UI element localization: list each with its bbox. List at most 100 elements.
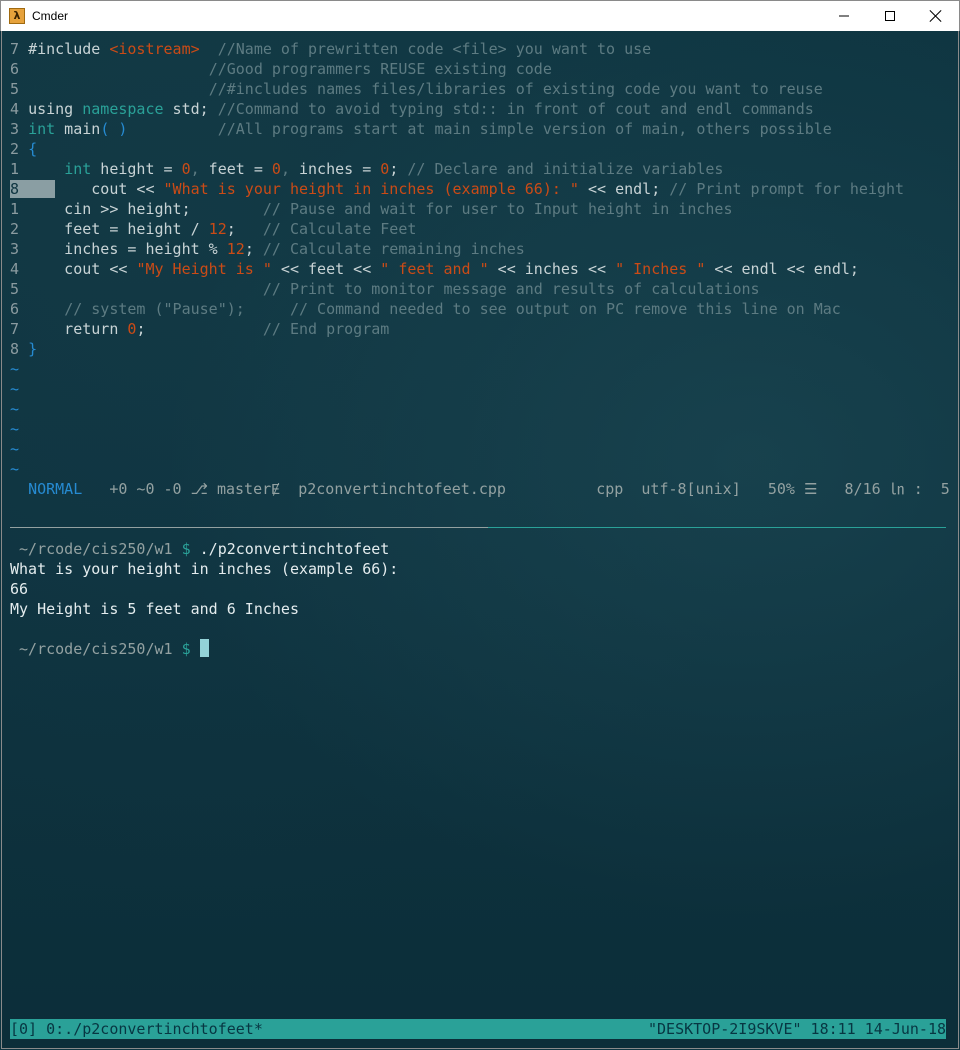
code-token: , [190, 160, 200, 178]
code-token: return [28, 320, 128, 338]
code-token: //Name of prewritten code <file> you wan… [199, 40, 652, 58]
code-token: , [280, 160, 290, 178]
code-token: ; [226, 220, 263, 238]
code-token: << feet << [271, 260, 381, 278]
git-branch-icon: ⎇ [190, 480, 208, 498]
code-line: 8 } [10, 339, 37, 359]
code-token: 12 [226, 240, 245, 258]
code-line: 2 { [10, 139, 37, 159]
code-token: // system ("Pause"); // Command needed t… [64, 300, 841, 318]
code-token: // Calculate Feet [262, 220, 417, 238]
code-token: namespace [82, 100, 164, 118]
code-token: inches = [289, 160, 381, 178]
title-bar[interactable]: λ Cmder [0, 0, 960, 31]
line-number: 7 [10, 320, 20, 338]
code-token: //#includes names files/libraries of exi… [208, 80, 823, 98]
tmux-host-clock: "DESKTOP-2I9SKVE" 18:11 14-Jun-18 [647, 1020, 946, 1038]
line-number: 1 [10, 160, 20, 178]
code-line: 1 cin >> height; // Pause and wait for u… [10, 199, 732, 219]
code-token: // Print prompt for height [669, 180, 905, 198]
terminal-command-line: ~/rcode/cis250/w1 $ ./p2convertinchtofee… [10, 539, 389, 559]
line-number: 1 [10, 200, 20, 218]
empty-buffer-line: ~ [10, 360, 20, 378]
terminal-command: ./p2convertinchtofeet [199, 540, 390, 558]
cursor-position: 8/16 ㏑ : 5 [844, 480, 950, 498]
terminal-prompt[interactable]: ~/rcode/cis250/w1 $ [10, 639, 209, 659]
code-token: ; [244, 240, 263, 258]
git-diff-stat: +0 ~0 -0 [109, 480, 182, 498]
tmux-window-list[interactable]: [0] 0:./p2convertinchtofeet* [10, 1019, 263, 1039]
code-token: feet = [199, 160, 272, 178]
window-title: Cmder [32, 9, 69, 23]
code-token: height = [91, 160, 182, 178]
file-encoding: utf-8[unix] [641, 480, 741, 498]
code-line: 2 feet = height / 12; // Calculate Feet [10, 219, 416, 239]
lambda-icon: λ [9, 8, 25, 24]
line-number: 2 [10, 220, 20, 238]
file-name: p2convertinchtofeet.cpp [298, 480, 506, 498]
code-token: cout << [28, 260, 137, 278]
code-token: using [28, 100, 83, 118]
code-token: // Calculate remaining inches [262, 240, 525, 258]
code-line: 7 #include <iostream> //Name of prewritt… [10, 39, 651, 59]
code-token: main [55, 120, 101, 138]
code-line: 3 int main( ) //All programs start at ma… [10, 119, 832, 139]
code-token: //All programs start at main simple vers… [217, 120, 832, 138]
empty-buffer-line: ~ [10, 400, 20, 418]
line-number: 7 [10, 40, 20, 58]
mode-indicator: NORMAL [28, 480, 83, 498]
file-type: cpp [596, 480, 624, 498]
code-token: std; [163, 100, 218, 118]
terminal-output-line: 66 [10, 580, 29, 598]
empty-buffer-line: ~ [10, 380, 20, 398]
code-token: 0 [380, 160, 390, 178]
code-token: // Declare and initialize variables [407, 160, 724, 178]
code-token: #include [28, 40, 110, 58]
code-token: <iostream> [109, 40, 200, 58]
code-token: int [28, 120, 56, 138]
current-line-gutter [19, 180, 56, 198]
code-token: int [64, 160, 92, 178]
code-line: 4 cout << "My Height is " << feet << " f… [10, 259, 859, 279]
line-number: 6 [10, 60, 20, 78]
window-controls [821, 1, 959, 31]
maximize-button[interactable] [867, 1, 913, 31]
prompt-path: ~/rcode/cis250/w1 [19, 540, 173, 558]
empty-buffer-line: ~ [10, 460, 20, 478]
pane-divider-active [488, 527, 946, 528]
prompt-path: ~/rcode/cis250/w1 [19, 640, 173, 658]
code-token: 12 [208, 220, 227, 238]
code-token: ; [136, 320, 263, 338]
line-number: 5 [10, 80, 20, 98]
code-token: "What is your height in inches (example … [163, 180, 579, 198]
code-token: // Print to monitor message and results … [262, 280, 760, 298]
close-button[interactable] [913, 1, 959, 31]
console-area[interactable]: 7 #include <iostream> //Name of prewritt… [1, 31, 959, 1049]
code-token: << endl << endl; [705, 260, 859, 278]
vim-statusline: NORMAL +0 ~0 -0 ⎇ masterɆ p2convertincht… [10, 479, 950, 499]
line-number: 6 [10, 300, 20, 318]
code-line: 6 // system ("Pause"); // Command needed… [10, 299, 841, 319]
code-token: } [28, 340, 38, 358]
code-token: cout << [55, 180, 164, 198]
line-number: 8 [10, 180, 20, 198]
terminal-output-line: What is your height in inches (example 6… [10, 560, 399, 578]
code-line: 5 // Print to monitor message and result… [10, 279, 760, 299]
text-cursor [199, 639, 209, 657]
code-line: 6 //Good programmers REUSE existing code [10, 59, 552, 79]
tmux-status-bar: [0] 0:./p2convertinchtofeet* "DESKTOP-2I… [10, 1019, 946, 1039]
code-token: 0 [271, 160, 281, 178]
minimize-button[interactable] [821, 1, 867, 31]
code-line: 5 //#includes names files/libraries of e… [10, 79, 823, 99]
code-token: // End program [262, 320, 390, 338]
code-token: inches = height % [28, 240, 227, 258]
code-token: "My Height is " [136, 260, 272, 278]
code-token: " Inches " [615, 260, 706, 278]
maximize-icon [885, 11, 895, 21]
code-token: // Pause and wait for user to Input heig… [262, 200, 733, 218]
